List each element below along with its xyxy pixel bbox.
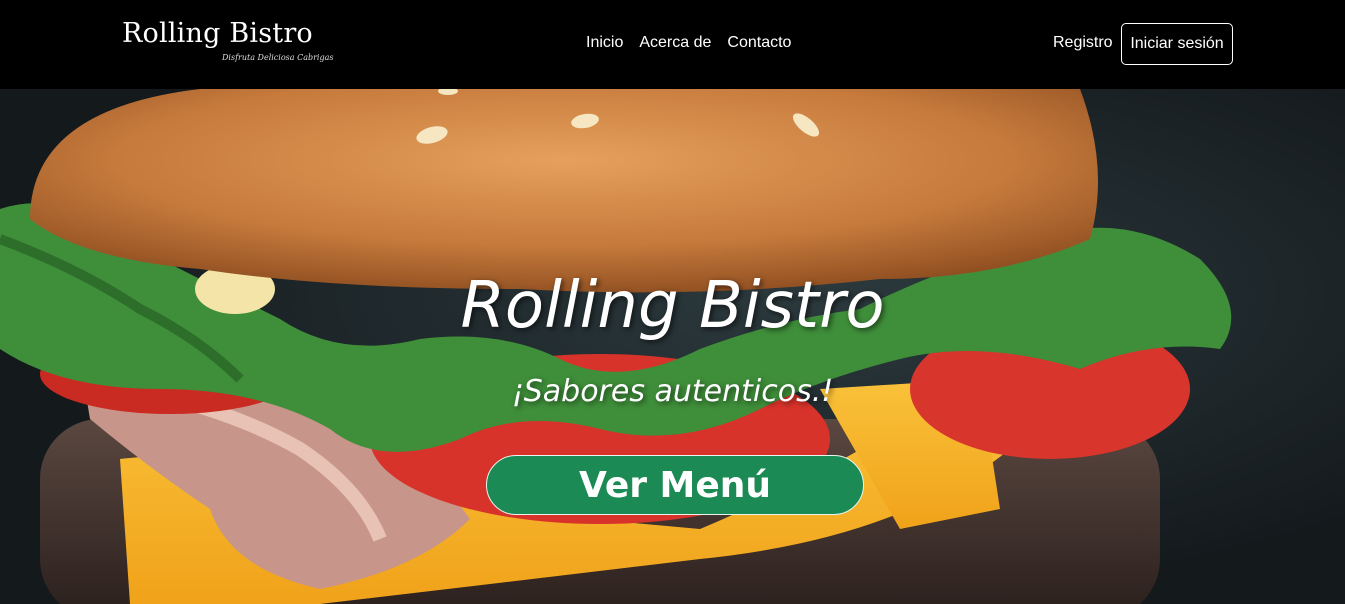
brand-logo[interactable]: Rolling Bistro Disfruta Deliciosa Cabrig… [122,18,333,68]
brand-tagline: Disfruta Deliciosa Cabrigas [222,53,334,62]
brand-name: Rolling Bistro [122,18,313,49]
nav-link-contacto[interactable]: Contacto [727,34,791,52]
nav-link-acerca-de[interactable]: Acerca de [639,34,711,52]
hero-section: Rolling Bistro ¡Sabores autenticos.! Ver… [0,89,1345,604]
burger-photo [0,89,1232,604]
login-button[interactable]: Iniciar sesión [1121,23,1233,65]
register-link[interactable]: Registro [1053,34,1113,52]
main-nav: Inicio Acerca de Contacto [586,34,791,52]
view-menu-button[interactable]: Ver Menú [486,455,864,515]
navbar: Rolling Bistro Disfruta Deliciosa Cabrig… [0,0,1345,89]
nav-link-inicio[interactable]: Inicio [586,34,623,52]
hero-subtitle: ¡Sabores autenticos.! [511,374,834,409]
hero-title: Rolling Bistro [460,269,885,343]
